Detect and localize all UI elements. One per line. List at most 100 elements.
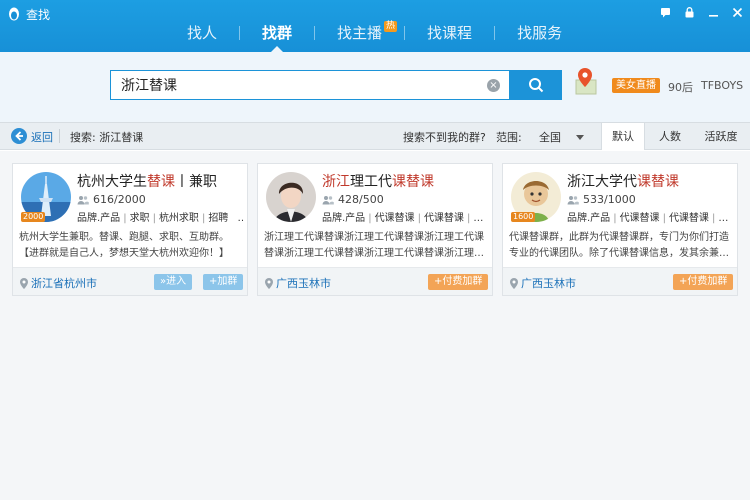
range-select[interactable]: 全国 (539, 129, 561, 145)
pay-join-button[interactable]: +付费加群 (428, 274, 489, 290)
tag: 杭州求职 (158, 213, 199, 224)
tab-find-group[interactable]: 找群 (240, 22, 314, 52)
location: 广西玉林市 (265, 275, 331, 291)
title-highlight: 课替课 (392, 174, 434, 190)
tag: 品牌.产品 (77, 213, 121, 224)
location-text: 广西玉林市 (276, 277, 331, 290)
sort-default[interactable]: 默认 (601, 123, 645, 150)
group-title[interactable]: 浙江理工代课替课 (322, 171, 434, 191)
hot-word-link[interactable]: TFBOYS (701, 79, 743, 92)
window-title: 查找 (26, 8, 51, 22)
card-footer: 浙江省杭州市 »进入 +加群 (13, 267, 247, 295)
search-box: × (110, 70, 510, 100)
tab-find-group-label: 找群 (262, 24, 293, 42)
tab-find-course[interactable]: 找课程 (405, 22, 494, 44)
member-count: 428/500 (322, 193, 384, 206)
people-icon (567, 195, 579, 204)
desc-line: 替课浙江理工代课替课浙江理工代课替课浙江理… (264, 248, 484, 259)
close-button[interactable] (730, 5, 744, 19)
group-description: 浙江理工代课替课浙江理工代课替课浙江理工代课 替课浙江理工代课替课浙江理工代课替… (264, 230, 488, 262)
desc-line: 代课替课群，此群为代课替课群，专门为你们打造 (509, 232, 729, 243)
level-badge: 1600 (511, 212, 536, 222)
hot-word-link[interactable]: 90后 (668, 79, 693, 95)
tag: 品牌.产品 (322, 213, 366, 224)
filter-bar: 返回 搜索: 浙江替课 搜索不到我的群? 范围: 全国 默认 人数 活跃度 (0, 122, 750, 150)
tab-find-people[interactable]: 找人 (165, 22, 239, 44)
minimize-button[interactable] (706, 5, 720, 19)
search-crumb: 搜索: 浙江替课 (70, 131, 144, 144)
location-text: 广西玉林市 (521, 277, 576, 290)
join-group-button[interactable]: +加群 (203, 274, 244, 290)
location: 浙江省杭州市 (20, 275, 97, 291)
people-icon (77, 195, 89, 204)
feedback-icon[interactable] (658, 5, 672, 19)
tag: … (718, 213, 729, 224)
group-avatar (266, 172, 316, 222)
back-link[interactable]: 返回 (31, 129, 53, 145)
tag: 代课替课 (374, 213, 415, 224)
group-tags: 品牌.产品 | 代课替课 | 代课替课 |… (567, 213, 729, 224)
tag: 品牌.产品 (567, 213, 611, 224)
tab-find-anchor-label: 找主播 (337, 24, 383, 42)
results-area: 2000 杭州大学生替课丨兼职 616/2000 品牌.产品 | 求职 | 杭州求职 | 招… (0, 151, 750, 500)
group-card[interactable]: 2000 杭州大学生替课丨兼职 616/2000 品牌.产品 | 求职 | 杭州求职 | 招… (12, 163, 248, 296)
group-card[interactable]: 1600 浙江大学代课替课 533/1000 品牌.产品 | 代课替课 | 代课替课 |…… (502, 163, 738, 296)
clear-icon[interactable]: × (487, 79, 500, 92)
title-part: 浙江大学代 (567, 174, 637, 190)
group-title[interactable]: 杭州大学生替课丨兼职 (77, 171, 217, 191)
desc-line: 【进群就是自己人，梦想天堂大杭州欢迎你！】 (19, 248, 229, 259)
enter-button[interactable]: »进入 (154, 274, 193, 290)
main-tabs: 找人 找群 找主播热 找课程 找服务 (165, 21, 584, 52)
map-pin-icon[interactable] (574, 66, 600, 96)
location: 广西玉林市 (510, 275, 576, 291)
live-stream-badge[interactable]: 美女直播 (612, 78, 660, 93)
tag: 招聘 (208, 213, 229, 224)
desc-line: 专业的代课团队。除了代课替课信息，发其余兼… (509, 248, 729, 259)
hot-badge: 热 (384, 21, 398, 32)
sort-activity[interactable]: 活跃度 (696, 123, 746, 150)
group-card[interactable]: 浙江理工代课替课 428/500 品牌.产品 | 代课替课 | 代课替课 |… 浙江理工代… (257, 163, 493, 296)
range-label: 范围: (496, 131, 522, 144)
pay-join-button[interactable]: +付费加群 (673, 274, 734, 290)
tag: 求职 (129, 213, 150, 224)
search-button[interactable] (510, 70, 562, 100)
tab-find-anchor[interactable]: 找主播热 (315, 21, 404, 44)
lock-icon[interactable] (682, 5, 696, 19)
location-text: 浙江省杭州市 (31, 277, 97, 290)
member-count: 616/2000 (77, 193, 146, 206)
group-title[interactable]: 浙江大学代课替课 (567, 171, 679, 191)
group-description: 代课替课群，此群为代课替课群，专门为你们打造 专业的代课团队。除了代课替课信息，… (509, 230, 733, 262)
title-highlight: 浙江 (322, 174, 350, 190)
tag: … (473, 213, 484, 224)
card-footer: 广西玉林市 +付费加群 (258, 267, 492, 295)
back-icon[interactable] (11, 128, 27, 144)
search-area: × 美女直播 90后 TFBOYS (0, 52, 750, 122)
search-icon (529, 78, 544, 93)
search-input[interactable] (121, 71, 481, 99)
sort-members[interactable]: 人数 (648, 123, 692, 150)
member-count-value: 616/2000 (93, 193, 146, 206)
desc-line: 杭州大学生兼职。替课、跑腿、求职、互助群。 (19, 232, 229, 243)
title-part: 丨兼职 (175, 174, 217, 190)
title-part: 杭州大学生 (77, 174, 147, 190)
tab-find-service[interactable]: 找服务 (495, 22, 584, 44)
not-found-link[interactable]: 搜索不到我的群? (403, 129, 486, 145)
divider (59, 129, 60, 143)
chevron-down-icon[interactable] (576, 135, 584, 140)
tag: 代课替课 (668, 213, 709, 224)
group-tags: 品牌.产品 | 代课替课 | 代课替课 |… (322, 213, 484, 224)
level-badge: 2000 (21, 212, 46, 222)
card-footer: 广西玉林市 +付费加群 (503, 267, 737, 295)
group-description: 杭州大学生兼职。替课、跑腿、求职、互助群。 【进群就是自己人，梦想天堂大杭州欢迎… (19, 230, 243, 262)
location-pin-icon (20, 277, 28, 289)
tag: 代课替课 (619, 213, 660, 224)
tag: … (238, 213, 244, 224)
title-part: 理工代 (350, 174, 392, 190)
people-icon (322, 195, 334, 204)
location-pin-icon (510, 277, 518, 289)
location-pin-icon (265, 277, 273, 289)
desc-line: 浙江理工代课替课浙江理工代课替课浙江理工代课 (264, 232, 484, 243)
top-bar: 查找 找人 找群 找主播热 找课程 找服务 (0, 0, 750, 52)
title-highlight: 课替课 (637, 174, 679, 190)
member-count-value: 533/1000 (583, 193, 636, 206)
